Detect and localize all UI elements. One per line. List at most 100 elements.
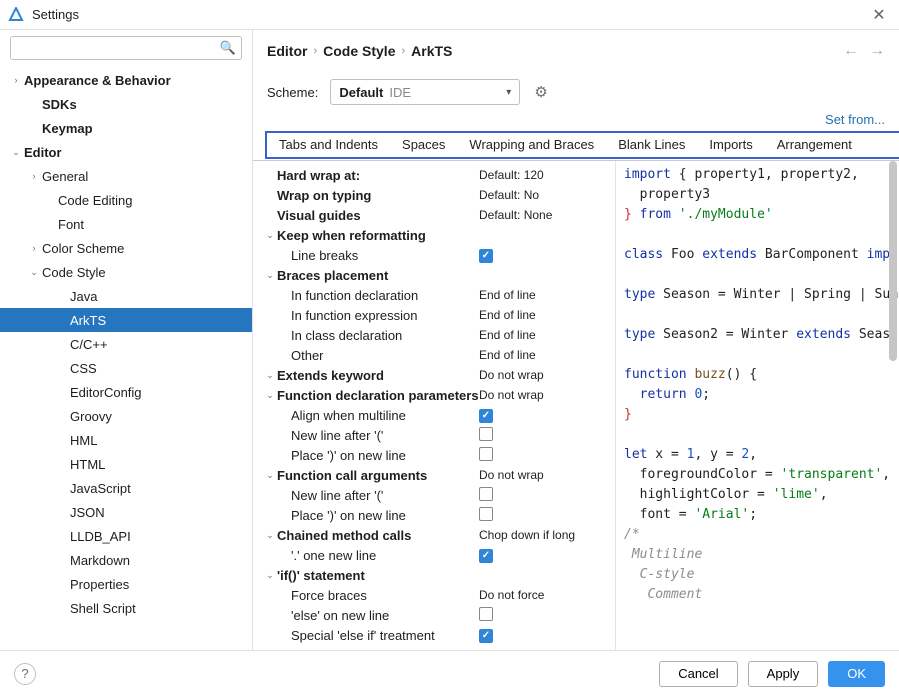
setting-row[interactable]: ⌄Function declaration parametersDo not w…	[263, 385, 615, 405]
tree-color-scheme[interactable]: ›Color Scheme	[0, 236, 252, 260]
setting-value	[479, 427, 609, 444]
crumb-code-style[interactable]: Code Style	[323, 43, 395, 59]
setting-row[interactable]: New line after '('	[263, 485, 615, 505]
checkbox[interactable]	[479, 427, 493, 441]
apply-button[interactable]: Apply	[748, 661, 819, 687]
setting-row[interactable]: ⌄Braces placement	[263, 265, 615, 285]
setting-row[interactable]: Place ')' on new line	[263, 505, 615, 525]
settings-sidebar: 🔍 ›Appearance & BehaviorSDKsKeymap⌄Edito…	[0, 30, 253, 650]
setting-row[interactable]: Line breaks	[263, 245, 615, 265]
tree-hml[interactable]: HML	[0, 428, 252, 452]
tree-item-label: Java	[70, 289, 97, 304]
tree-markdown[interactable]: Markdown	[0, 548, 252, 572]
tree-sdks[interactable]: SDKs	[0, 92, 252, 116]
tree-item-label: General	[42, 169, 88, 184]
checkbox[interactable]	[479, 249, 493, 263]
setting-row[interactable]: ⌄Function call argumentsDo not wrap	[263, 465, 615, 485]
checkbox[interactable]	[479, 549, 493, 563]
tree-groovy[interactable]: Groovy	[0, 404, 252, 428]
tree-arrow-icon: ›	[10, 75, 22, 85]
nav-back-icon[interactable]: ←	[843, 42, 859, 60]
setting-row[interactable]: ⌄'if()' statement	[263, 565, 615, 585]
setting-row[interactable]: Hard wrap at:Default: 120	[263, 165, 615, 185]
tree-shell-script[interactable]: Shell Script	[0, 596, 252, 620]
help-button[interactable]: ?	[14, 663, 36, 685]
tab-spaces[interactable]: Spaces	[390, 131, 457, 160]
tree-keymap[interactable]: Keymap	[0, 116, 252, 140]
tree-appearance-behavior[interactable]: ›Appearance & Behavior	[0, 68, 252, 92]
scheme-select[interactable]: Default IDE ▾	[330, 79, 520, 105]
tab-arrangement[interactable]: Arrangement	[765, 131, 864, 160]
tree-css[interactable]: CSS	[0, 356, 252, 380]
setting-row[interactable]: 'else' on new line	[263, 605, 615, 625]
tree-item-label: LLDB_API	[70, 529, 131, 544]
tree-javascript[interactable]: JavaScript	[0, 476, 252, 500]
expand-arrow-icon: ⌄	[263, 470, 277, 481]
ok-button[interactable]: OK	[828, 661, 885, 687]
setting-row[interactable]: OtherEnd of line	[263, 345, 615, 365]
setting-row[interactable]: Wrap on typingDefault: No	[263, 185, 615, 205]
tree-c-cpp[interactable]: C/C++	[0, 332, 252, 356]
tab-imports[interactable]: Imports	[697, 131, 764, 160]
setting-row[interactable]: '.' one new line	[263, 545, 615, 565]
crumb-editor[interactable]: Editor	[267, 43, 307, 59]
tree-editor[interactable]: ⌄Editor	[0, 140, 252, 164]
setting-name: In class declaration	[277, 328, 479, 343]
checkbox[interactable]	[479, 629, 493, 643]
setting-row[interactable]: ⌄Keep when reformatting	[263, 225, 615, 245]
tab-blank-lines[interactable]: Blank Lines	[606, 131, 697, 160]
checkbox[interactable]	[479, 487, 493, 501]
setting-name: Wrap on typing	[277, 188, 479, 203]
preview-scrollbar[interactable]	[887, 161, 899, 650]
cancel-button[interactable]: Cancel	[659, 661, 737, 687]
setting-name: Braces placement	[277, 268, 479, 283]
tree-code-style[interactable]: ⌄Code Style	[0, 260, 252, 284]
setting-row[interactable]: ⌄Chained method callsChop down if long	[263, 525, 615, 545]
tab-wrapping-and-braces[interactable]: Wrapping and Braces	[457, 131, 606, 160]
tree-arkts[interactable]: ArkTS	[0, 308, 252, 332]
setting-value	[479, 507, 609, 524]
tree-item-label: HML	[70, 433, 97, 448]
setting-row[interactable]: In function declarationEnd of line	[263, 285, 615, 305]
setting-name: Keep when reformatting	[277, 228, 479, 243]
setting-name: In function declaration	[277, 288, 479, 303]
wrapping-settings-list[interactable]: Hard wrap at:Default: 120Wrap on typingD…	[253, 161, 615, 650]
tree-editorconfig[interactable]: EditorConfig	[0, 380, 252, 404]
tree-html[interactable]: HTML	[0, 452, 252, 476]
close-button[interactable]: ✕	[867, 5, 891, 25]
tree-json[interactable]: JSON	[0, 500, 252, 524]
tab-tabs-and-indents[interactable]: Tabs and Indents	[267, 131, 390, 160]
setting-row[interactable]: Visual guidesDefault: None	[263, 205, 615, 225]
checkbox[interactable]	[479, 447, 493, 461]
checkbox[interactable]	[479, 409, 493, 423]
setting-row[interactable]: Place ')' on new line	[263, 445, 615, 465]
scheme-label: Scheme:	[267, 85, 318, 100]
setting-row[interactable]: Align when multiline	[263, 405, 615, 425]
tree-general[interactable]: ›General	[0, 164, 252, 188]
setting-row[interactable]: ⌄Extends keywordDo not wrap	[263, 365, 615, 385]
setting-name: Align when multiline	[277, 408, 479, 423]
nav-forward-icon[interactable]: →	[869, 42, 885, 60]
setting-name: Visual guides	[277, 208, 479, 223]
setting-row[interactable]: New line after '('	[263, 425, 615, 445]
tree-java[interactable]: Java	[0, 284, 252, 308]
setting-value: End of line	[479, 288, 609, 302]
tree-font[interactable]: Font	[0, 212, 252, 236]
tree-item-label: CSS	[70, 361, 97, 376]
checkbox[interactable]	[479, 607, 493, 621]
setting-row[interactable]: Special 'else if' treatment	[263, 625, 615, 645]
tree-properties[interactable]: Properties	[0, 572, 252, 596]
setting-name: Hard wrap at:	[277, 168, 479, 183]
search-input[interactable]	[10, 36, 242, 60]
tree-lldb-api[interactable]: LLDB_API	[0, 524, 252, 548]
tree-code-editing[interactable]: Code Editing	[0, 188, 252, 212]
setting-row[interactable]: Force bracesDo not force	[263, 585, 615, 605]
setting-row[interactable]: In function expressionEnd of line	[263, 305, 615, 325]
setting-name: In function expression	[277, 308, 479, 323]
checkbox[interactable]	[479, 507, 493, 521]
crumb-arkts[interactable]: ArkTS	[411, 43, 452, 59]
gear-icon[interactable]: ⚙	[534, 83, 547, 101]
setting-value: Do not wrap	[479, 368, 609, 382]
set-from-link[interactable]: Set from...	[825, 112, 885, 127]
setting-row[interactable]: In class declarationEnd of line	[263, 325, 615, 345]
